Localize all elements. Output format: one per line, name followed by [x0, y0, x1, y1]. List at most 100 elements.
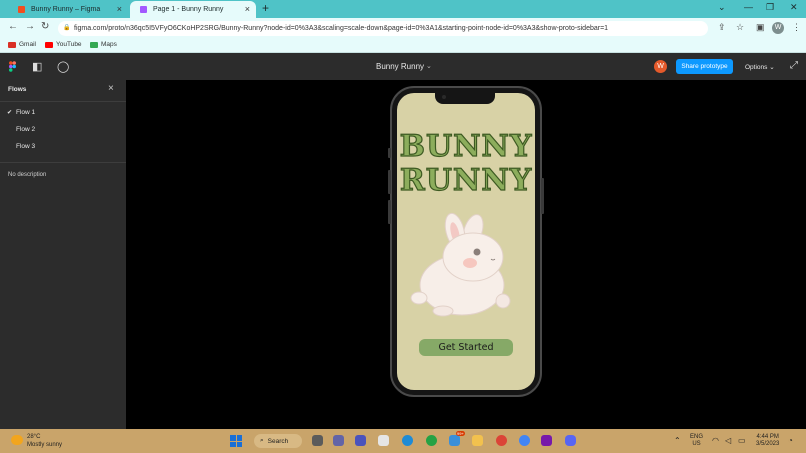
- browser-toolbar: ← → ↻ 🔒 figma.com/proto/n36qc5I5VFyO6CKo…: [0, 18, 806, 38]
- bookmark-maps[interactable]: Maps: [90, 41, 117, 48]
- edge-icon[interactable]: [402, 435, 413, 446]
- teams-chat-icon[interactable]: [333, 435, 344, 446]
- file-title[interactable]: Bunny Runny: [376, 62, 424, 71]
- tab-title: Page 1 - Bunny Runny: [153, 6, 224, 13]
- profile-avatar[interactable]: W: [772, 22, 784, 34]
- clock-time: 4:44 PM: [756, 434, 779, 440]
- close-tab-icon[interactable]: ×: [117, 4, 122, 14]
- taskbar-search[interactable]: ⌕ Search: [254, 434, 302, 448]
- checkmark-icon: ✔: [7, 110, 13, 116]
- lang-line-2: US: [692, 441, 701, 447]
- browser-menu-icon[interactable]: ⋮: [792, 22, 801, 33]
- clock[interactable]: 4:44 PM 3/5/2023: [756, 434, 779, 448]
- tab-page-1-bunny-runny[interactable]: Page 1 - Bunny Runny ×: [130, 1, 256, 18]
- weather-sun-icon[interactable]: [11, 435, 23, 445]
- store-icon[interactable]: [378, 435, 389, 446]
- back-arrow-icon[interactable]: ←: [8, 21, 18, 32]
- browser-tab-strip: Bunny Runny – Figma × Page 1 - Bunny Run…: [0, 0, 806, 18]
- volume-icon[interactable]: ◁: [725, 436, 731, 445]
- discord-icon[interactable]: [565, 435, 576, 446]
- flow-item-2[interactable]: Flow 2: [16, 126, 35, 133]
- clock-date: 3/5/2023: [756, 441, 780, 447]
- tab-search-chevron-icon[interactable]: ⌄: [718, 2, 726, 13]
- figma-toolbar: ◧ ◯ Bunny Runny ⌄ W Share prototype Opti…: [0, 53, 806, 80]
- wifi-icon[interactable]: ◠: [712, 436, 719, 445]
- user-avatar[interactable]: W: [654, 60, 667, 73]
- app-title-line-2: RUNNY: [399, 162, 533, 198]
- youtube-icon: [45, 41, 53, 48]
- weather-widget[interactable]: 28°C Mostly sunny: [27, 433, 62, 449]
- flow-item-3[interactable]: Flow 3: [16, 143, 35, 150]
- bookmark-label: Maps: [101, 41, 117, 48]
- bookmark-star-icon[interactable]: ☆: [736, 22, 744, 33]
- side-panel-icon[interactable]: ▣: [756, 22, 765, 33]
- notification-icon[interactable]: ◔: [788, 436, 793, 445]
- tab-bunny-runny-figma[interactable]: Bunny Runny – Figma ×: [8, 1, 128, 18]
- wechat-icon[interactable]: [426, 435, 437, 446]
- reload-icon[interactable]: ↻: [41, 21, 49, 32]
- prototype-screen[interactable]: BUNNY RUNNY Get Started: [397, 93, 535, 390]
- address-bar[interactable]: 🔒 figma.com/proto/n36qc5I5VFyO6CKoHP2SRG…: [58, 21, 708, 36]
- mail-icon[interactable]: [449, 435, 460, 446]
- bunny-illustration: [410, 212, 511, 317]
- share-page-icon[interactable]: ⇪: [718, 22, 726, 33]
- figma-logo-icon[interactable]: [9, 61, 16, 72]
- get-started-button[interactable]: Get Started: [419, 339, 513, 356]
- tab-title: Bunny Runny – Figma: [31, 6, 101, 13]
- camera-icon: [442, 95, 446, 99]
- flow-description: No description: [8, 172, 47, 178]
- window-close-icon[interactable]: ✕: [790, 2, 798, 13]
- file-explorer-icon[interactable]: [472, 435, 483, 446]
- minimize-icon[interactable]: —: [744, 2, 753, 12]
- bookmark-label: YouTube: [56, 41, 82, 48]
- flow-item-1[interactable]: Flow 1: [16, 109, 35, 116]
- onenote-icon[interactable]: [541, 435, 552, 446]
- comment-icon[interactable]: ◯: [57, 60, 69, 73]
- teams-icon[interactable]: [355, 435, 366, 446]
- windows-start-icon[interactable]: [230, 435, 242, 447]
- forward-arrow-icon[interactable]: →: [25, 21, 35, 32]
- new-tab-plus-icon[interactable]: +: [262, 1, 269, 15]
- notification-badge: 99+: [456, 431, 465, 436]
- figma-favicon-icon: [18, 6, 25, 13]
- divider: [0, 101, 126, 102]
- figma-favicon-icon: [140, 6, 147, 13]
- phone-power-button: [541, 178, 544, 214]
- weather-desc: Mostly sunny: [27, 442, 63, 448]
- search-label: Search: [267, 437, 289, 445]
- bookmark-label: Gmail: [19, 41, 36, 48]
- bookmarks-bar: Gmail YouTube Maps: [0, 38, 806, 53]
- battery-icon[interactable]: ▭: [738, 436, 746, 445]
- sidebar-title: Flows: [8, 86, 27, 93]
- bookmark-gmail[interactable]: Gmail: [8, 41, 36, 48]
- phone-volume-down: [388, 200, 391, 224]
- share-prototype-button[interactable]: Share prototype: [676, 59, 733, 74]
- language-indicator[interactable]: ENG US: [690, 434, 703, 448]
- flows-sidebar: Flows × ✔ Flow 1 Flow 2 Flow 3 No descri…: [0, 80, 126, 429]
- screen-root: Bunny Runny – Figma × Page 1 - Bunny Run…: [0, 0, 806, 453]
- close-icon[interactable]: ×: [108, 83, 114, 94]
- app-title-line-1: BUNNY: [399, 128, 533, 164]
- phone-mute-switch: [388, 148, 391, 158]
- lock-icon: 🔒: [63, 25, 71, 31]
- task-view-icon[interactable]: [312, 435, 323, 446]
- chevron-up-icon[interactable]: ⌃: [674, 436, 681, 445]
- taskbar: 28°C Mostly sunny ⌕ Search 99+ ⌃ ENG US …: [0, 429, 806, 453]
- maps-icon: [90, 41, 98, 48]
- search-icon: ⌕: [260, 437, 264, 444]
- bookmark-youtube[interactable]: YouTube: [45, 41, 82, 48]
- fullscreen-icon[interactable]: ⤢: [790, 60, 798, 71]
- options-menu[interactable]: Options ⌄: [745, 63, 775, 71]
- url-text: figma.com/proto/n36qc5I5VFyO6CKoHP2SRG/B…: [74, 25, 609, 32]
- chrome-icon[interactable]: [496, 435, 507, 446]
- weather-temp: 28°C: [27, 434, 41, 440]
- close-tab-icon[interactable]: ×: [245, 4, 250, 14]
- gmail-icon: [8, 41, 16, 48]
- maximize-icon[interactable]: ❐: [766, 2, 774, 13]
- chevron-down-icon[interactable]: ⌄: [426, 62, 432, 70]
- toggle-sidebar-icon[interactable]: ◧: [32, 60, 42, 73]
- chevron-down-icon: ⌄: [769, 64, 775, 71]
- divider: [0, 162, 126, 163]
- lang-line-1: ENG: [690, 434, 704, 440]
- chrome-canary-icon[interactable]: [519, 435, 530, 446]
